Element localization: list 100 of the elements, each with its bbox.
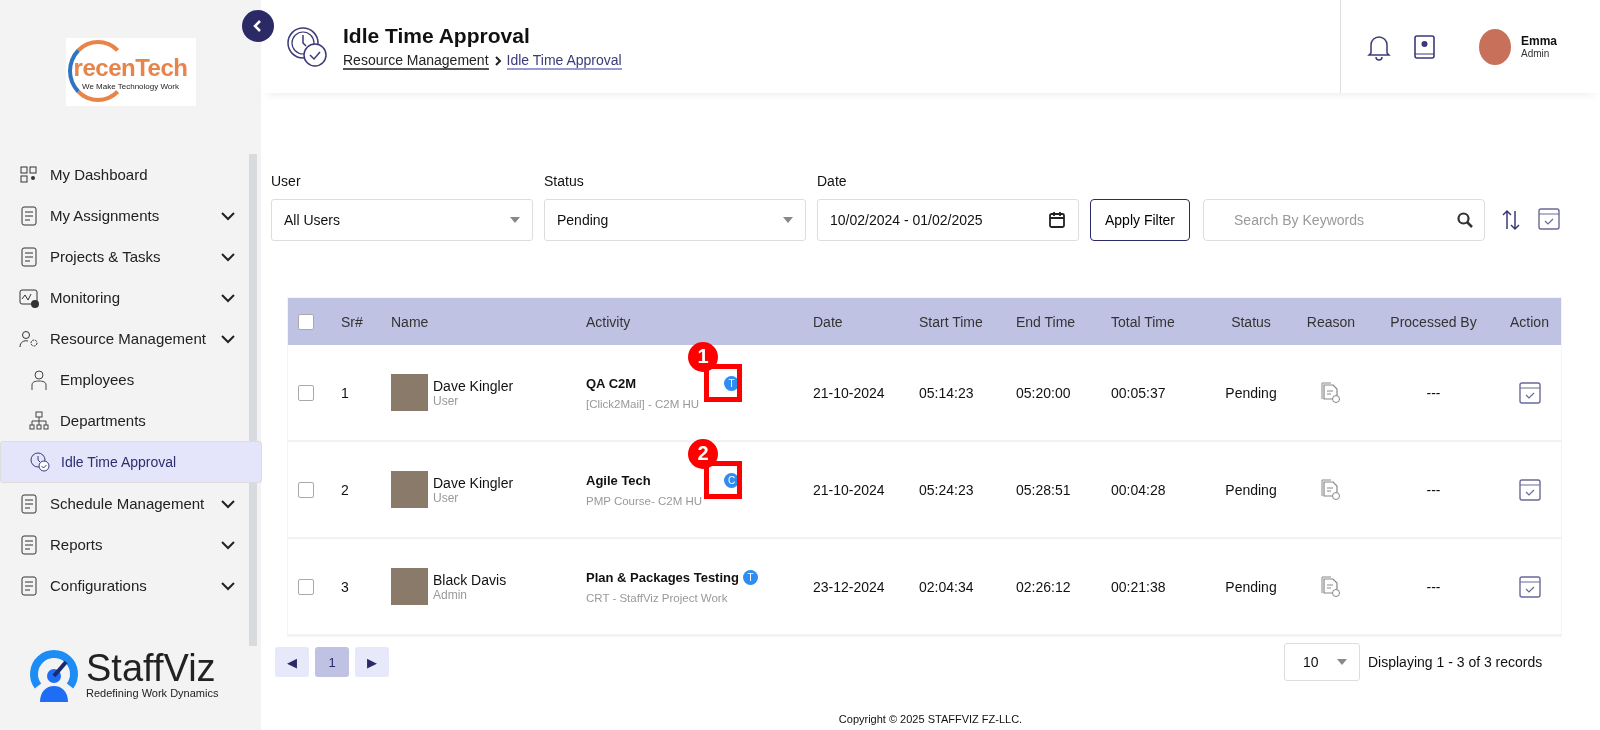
column-header: Status (1230, 313, 1272, 330)
page-button[interactable]: 1 (315, 647, 349, 677)
filter-label: User (271, 173, 302, 189)
document-view-icon[interactable] (1320, 574, 1342, 599)
column-header: Processed By (1389, 313, 1478, 330)
table-cell-text: 1 (341, 384, 350, 401)
menu-icon (18, 533, 40, 556)
column-header: Action (1509, 313, 1550, 330)
approve-icon[interactable] (1517, 380, 1542, 405)
menu-icon (28, 368, 50, 391)
sidebar-item[interactable]: Reports (0, 524, 249, 565)
sidebar-item[interactable]: Resource Management (0, 318, 249, 359)
column-header: Reason (1305, 313, 1357, 330)
breadcrumb-link[interactable]: Idle Time Approval (506, 51, 622, 70)
table-cell-text: 02:04:34 (919, 578, 975, 595)
copyright-text: Copyright © 2025 STAFFVIZ FZ-LLC. (837, 713, 1024, 725)
table-cell-text: 00:04:28 (1111, 481, 1167, 498)
sidebar-item[interactable]: Projects & Tasks (0, 236, 249, 277)
approve-icon[interactable] (1517, 574, 1542, 599)
sidebar-item[interactable]: My Dashboard (0, 154, 249, 195)
sidebar-subitem[interactable]: Departments (0, 400, 249, 441)
project-name: [Click2Mail] - C2M HU (586, 397, 701, 410)
filter-label: Status (544, 173, 585, 189)
column-header: Name (391, 313, 430, 330)
page-title: Idle Time Approval (343, 23, 531, 48)
activity-name: Agile Tech (586, 472, 651, 488)
employee-name: Dave Kingler (433, 474, 514, 491)
employee-role: User (433, 393, 460, 408)
table-cell-text: 23-12-2024 (813, 578, 886, 595)
sidebar-item[interactable]: Schedule Management (0, 483, 249, 524)
menu-icon (18, 204, 40, 227)
annotation-number: 2 (688, 438, 718, 469)
idle-time-icon (285, 24, 329, 69)
logo-brand: StaffViz (86, 649, 217, 687)
column-header: Total Time (1111, 313, 1176, 330)
column-header: End Time (1016, 313, 1077, 330)
table-cell-text: 02:26:12 (1016, 578, 1072, 595)
column-header: Date (813, 313, 844, 330)
activity-name: Plan & Packages Testing (586, 569, 739, 585)
row-checkbox[interactable] (298, 481, 314, 498)
photo-placeholder (391, 471, 428, 508)
records-summary: Displaying 1 - 3 of 3 records (1368, 654, 1544, 670)
page-size-dropdown[interactable]: 10 (1284, 643, 1360, 681)
breadcrumb-link[interactable]: Resource Management (343, 51, 489, 70)
project-name: CRT - StaffViz Project Work (586, 591, 729, 604)
search-field[interactable]: Search By Keywords (1203, 199, 1486, 241)
dropdown-arrow-icon (1337, 659, 1347, 665)
menu-icon (29, 451, 51, 473)
table-cell-text: 00:21:38 (1111, 578, 1167, 595)
chevron-left-icon (253, 20, 263, 32)
table-cell-text: 21-10-2024 (813, 481, 886, 498)
column-header: Start Time (919, 313, 984, 330)
activity-name: QA C2M (586, 375, 637, 391)
sidebar-subitem[interactable]: Employees (0, 359, 249, 400)
sort-icon[interactable] (1502, 209, 1521, 231)
dropdown-arrow-icon (510, 217, 520, 223)
table-cell-text: 00:05:37 (1111, 384, 1167, 401)
table-cell-text: --- (1425, 384, 1442, 401)
document-view-icon[interactable] (1320, 380, 1342, 405)
status-cell-text: Pending (1224, 384, 1278, 401)
user-name: Emma (1521, 34, 1558, 48)
row-checkbox[interactable] (298, 384, 314, 401)
previous-page-button[interactable]: ◀ (275, 647, 309, 677)
sidebar-item[interactable]: Monitoring (0, 277, 249, 318)
menu-icon (28, 409, 50, 432)
collapse-sidebar-button[interactable] (242, 10, 274, 42)
logo-tagline: We Make Technology Work (82, 81, 179, 91)
user-role: Admin (1521, 48, 1551, 59)
logo-tagline: Redefining Work Dynamics (86, 687, 219, 699)
date-range-field[interactable]: 10/02/2024 - 01/02/2025 (817, 199, 1079, 241)
avatar-placeholder[interactable] (1479, 28, 1511, 65)
photo-placeholder (391, 568, 428, 605)
sidebar-subitem[interactable]: Idle Time Approval (0, 441, 262, 483)
table-cell-text: 05:28:51 (1016, 481, 1072, 498)
employee-name: Dave Kingler (433, 377, 514, 394)
next-page-button[interactable]: ▶ (355, 647, 389, 677)
filter-label: Date (817, 173, 848, 189)
table-cell-text: 21-10-2024 (813, 384, 886, 401)
approve-all-icon[interactable] (1537, 207, 1562, 231)
activity-type-badge: T (742, 569, 758, 585)
select-all-checkbox[interactable] (298, 313, 314, 330)
status-cell-text: Pending (1224, 578, 1278, 595)
document-view-icon[interactable] (1320, 477, 1342, 502)
apply-filter-button[interactable]: Apply Filter (1090, 199, 1191, 241)
row-checkbox[interactable] (298, 578, 314, 595)
table-cell-text: --- (1425, 578, 1442, 595)
status-dropdown[interactable]: Pending (544, 199, 806, 241)
search-icon (1457, 212, 1474, 228)
sidebar-item[interactable]: My Assignments (0, 195, 249, 236)
approve-icon[interactable] (1517, 477, 1542, 502)
menu-icon (18, 574, 40, 597)
status-cell-text: Pending (1224, 481, 1278, 498)
logo-brand: recenTech (73, 53, 188, 82)
photo-placeholder (391, 374, 428, 411)
table-cell-text: 2 (341, 481, 350, 498)
dropdown-arrow-icon (783, 217, 793, 223)
user-dropdown[interactable]: All Users (271, 199, 533, 241)
sidebar-item[interactable]: Configurations (0, 565, 249, 606)
menu-icon (18, 163, 40, 186)
project-name: PMP Course- C2M HU (586, 494, 704, 507)
